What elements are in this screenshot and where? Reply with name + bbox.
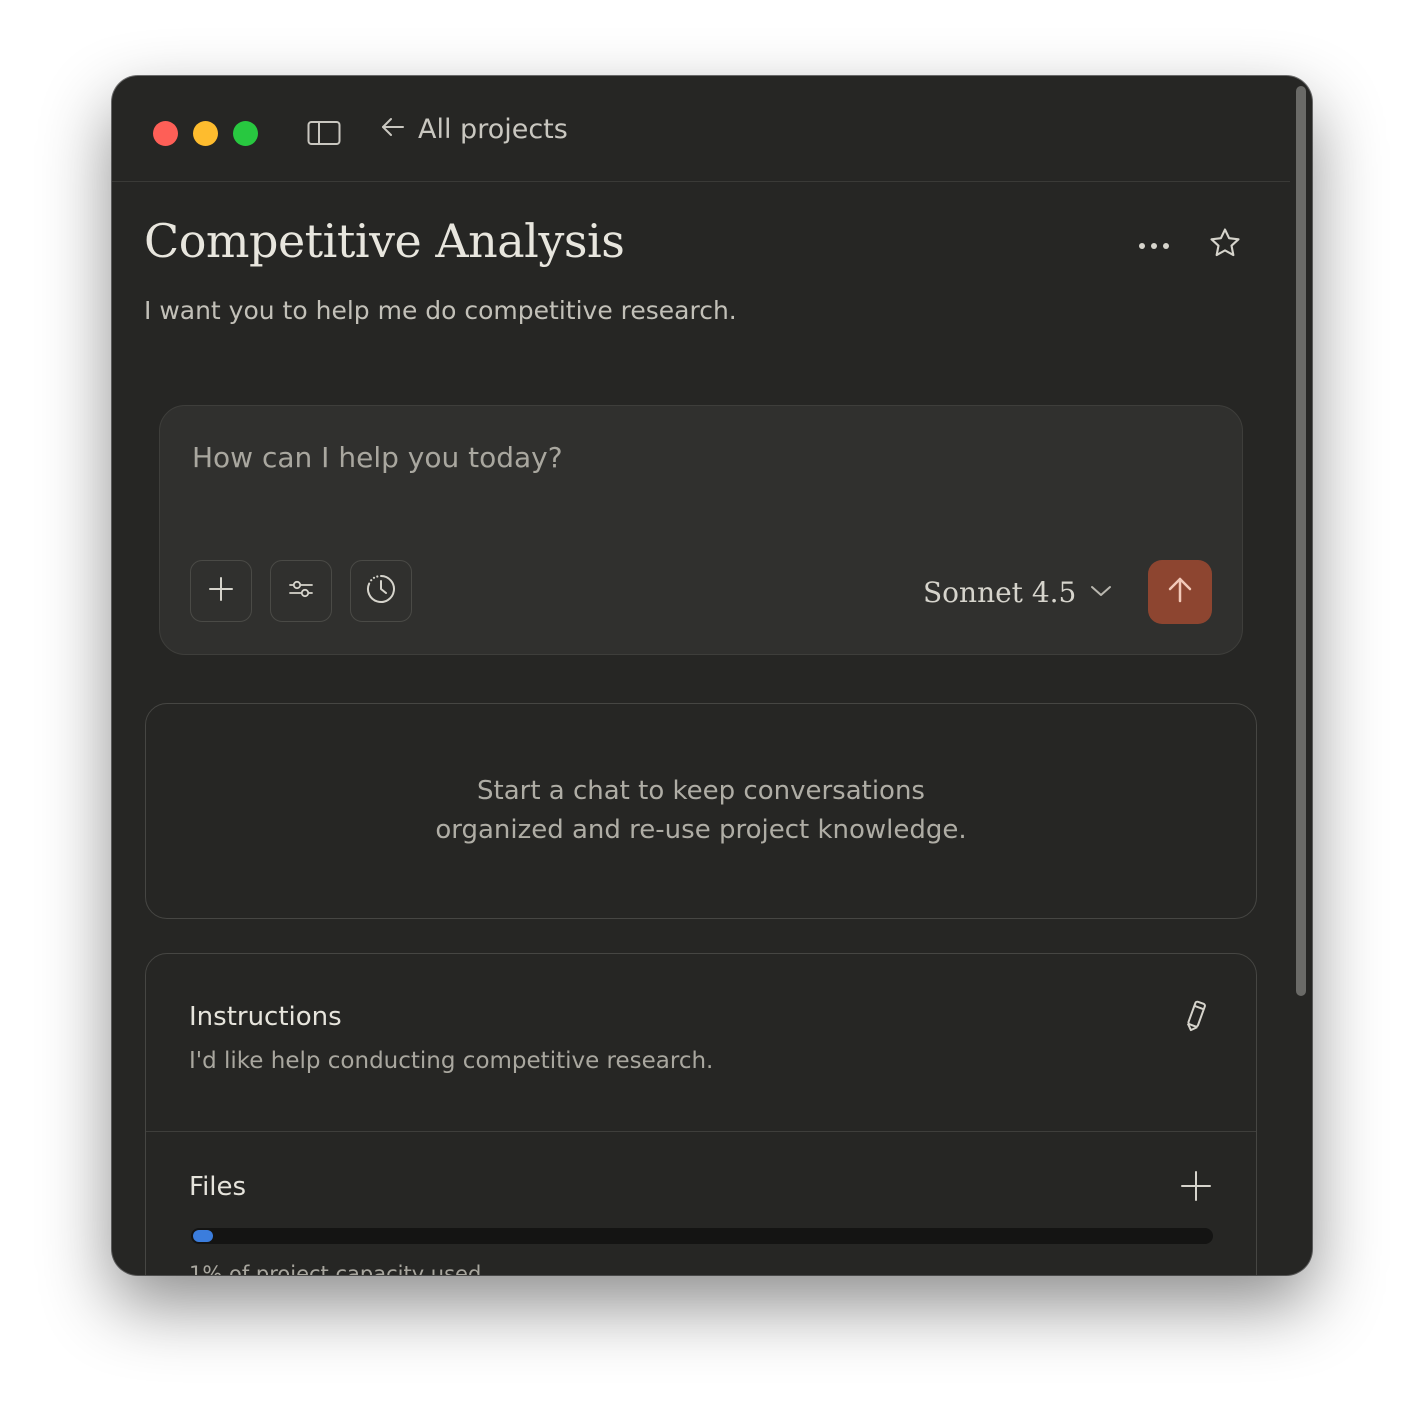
message-input[interactable] <box>190 434 1094 480</box>
ellipsis-icon <box>1138 235 1170 254</box>
window-close-button[interactable] <box>153 121 178 146</box>
arrow-left-icon <box>380 114 406 144</box>
instructions-text: I'd like help conducting competitive res… <box>189 1048 714 1074</box>
add-file-button[interactable] <box>1176 1168 1216 1208</box>
files-title: Files <box>189 1172 247 1202</box>
project-description: I want you to help me do competitive res… <box>144 296 737 325</box>
model-selector[interactable]: Sonnet 4.5 <box>923 568 1112 616</box>
empty-state-line-1: Start a chat to keep conversations <box>477 776 925 806</box>
window-minimize-button[interactable] <box>193 121 218 146</box>
arrow-up-icon <box>1165 575 1195 609</box>
favorite-button[interactable] <box>1205 226 1245 264</box>
app-window: All projects Competitive Analysis I want… <box>112 76 1312 1275</box>
model-label: Sonnet 4.5 <box>923 575 1077 609</box>
window-zoom-button[interactable] <box>233 121 258 146</box>
chat-composer: Sonnet 4.5 <box>159 405 1243 655</box>
plus-icon <box>1180 1170 1212 1206</box>
back-to-all-projects-link[interactable]: All projects <box>380 110 568 148</box>
scrollbar-thumb[interactable] <box>1296 86 1306 996</box>
add-attachment-button[interactable] <box>190 560 252 622</box>
edit-instructions-button[interactable] <box>1176 998 1216 1038</box>
search-and-tools-button[interactable] <box>270 560 332 622</box>
clock-history-icon <box>364 572 398 610</box>
star-icon <box>1208 226 1242 264</box>
project-title: Competitive Analysis <box>144 214 625 268</box>
titlebar: All projects <box>112 76 1290 182</box>
more-options-button[interactable] <box>1133 226 1175 262</box>
back-link-label: All projects <box>418 113 568 145</box>
pencil-icon <box>1181 999 1211 1037</box>
send-button[interactable] <box>1148 560 1212 624</box>
capacity-progress-bar <box>191 1228 1213 1244</box>
history-button[interactable] <box>350 560 412 622</box>
plus-icon <box>207 575 235 607</box>
sidebar-toggle-icon[interactable] <box>307 120 341 146</box>
sliders-icon <box>287 575 315 607</box>
scrollbar[interactable] <box>1290 76 1312 1275</box>
capacity-text: 1% of project capacity used <box>189 1262 482 1275</box>
section-divider <box>146 1131 1256 1132</box>
empty-state-line-2: organized and re-use project knowledge. <box>435 815 967 845</box>
project-knowledge-card: Instructions I'd like help conducting co… <box>145 953 1257 1275</box>
empty-chats-card: Start a chat to keep conversations organ… <box>145 703 1257 919</box>
instructions-title: Instructions <box>189 1002 342 1032</box>
chevron-down-icon <box>1090 583 1112 602</box>
capacity-progress-fill <box>193 1230 213 1242</box>
